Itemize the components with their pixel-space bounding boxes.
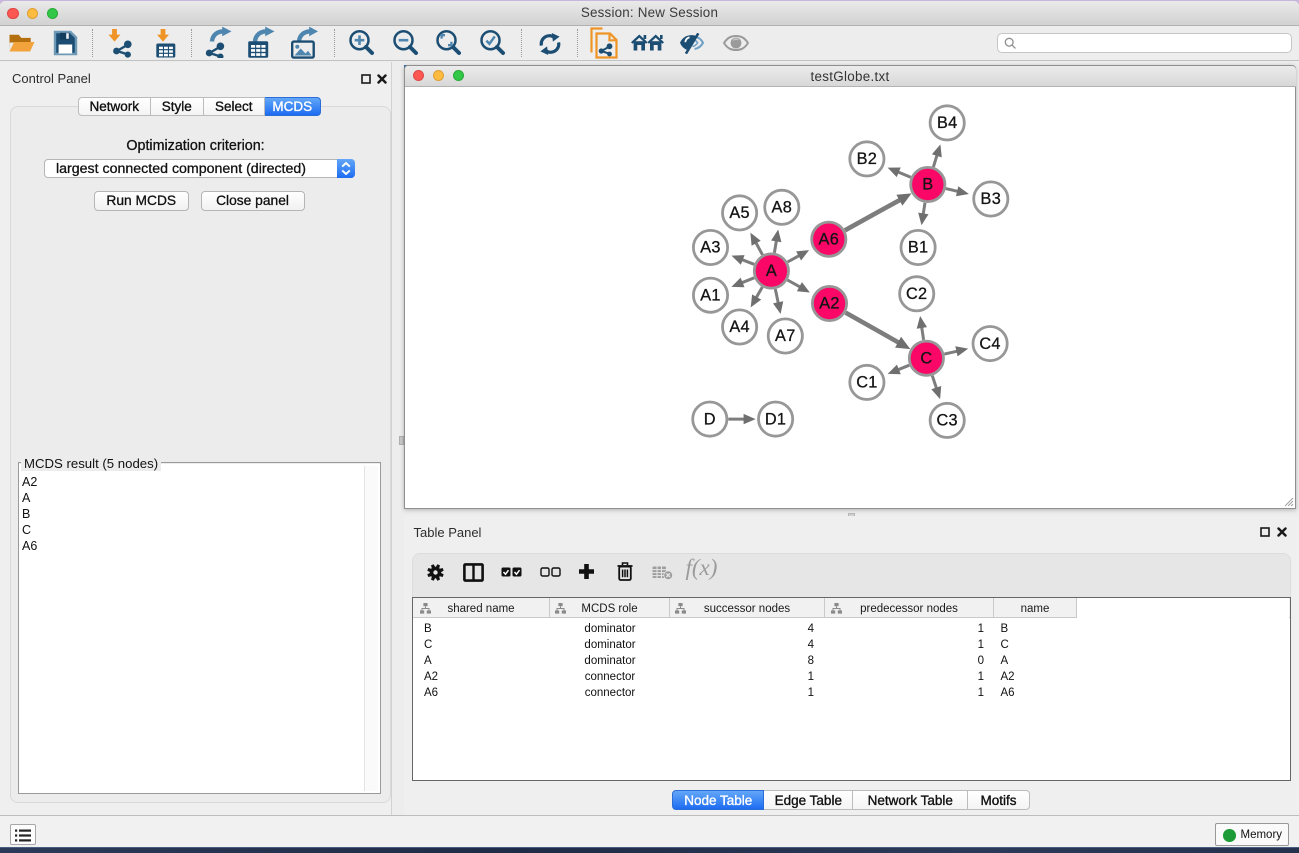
svg-text:A6: A6	[818, 230, 839, 248]
svg-text:C2: C2	[905, 285, 926, 303]
svg-text:C1: C1	[856, 373, 877, 391]
svg-text:B2: B2	[856, 150, 877, 168]
svg-text:A7: A7	[775, 327, 796, 345]
svg-text:A3: A3	[700, 238, 721, 256]
svg-text:A4: A4	[729, 318, 750, 336]
svg-text:A1: A1	[700, 286, 721, 304]
svg-text:B4: B4	[936, 114, 957, 132]
svg-text:B: B	[922, 175, 933, 193]
svg-text:D1: D1	[764, 410, 785, 428]
svg-text:B1: B1	[907, 238, 928, 256]
svg-text:D: D	[703, 410, 715, 428]
svg-text:C4: C4	[979, 334, 1000, 352]
svg-text:A8: A8	[771, 198, 792, 216]
svg-text:A: A	[765, 262, 776, 280]
svg-text:B3: B3	[980, 190, 1001, 208]
svg-text:C3: C3	[936, 411, 957, 429]
svg-text:A2: A2	[819, 294, 840, 312]
svg-text:A5: A5	[729, 204, 750, 222]
svg-text:C: C	[920, 349, 932, 367]
